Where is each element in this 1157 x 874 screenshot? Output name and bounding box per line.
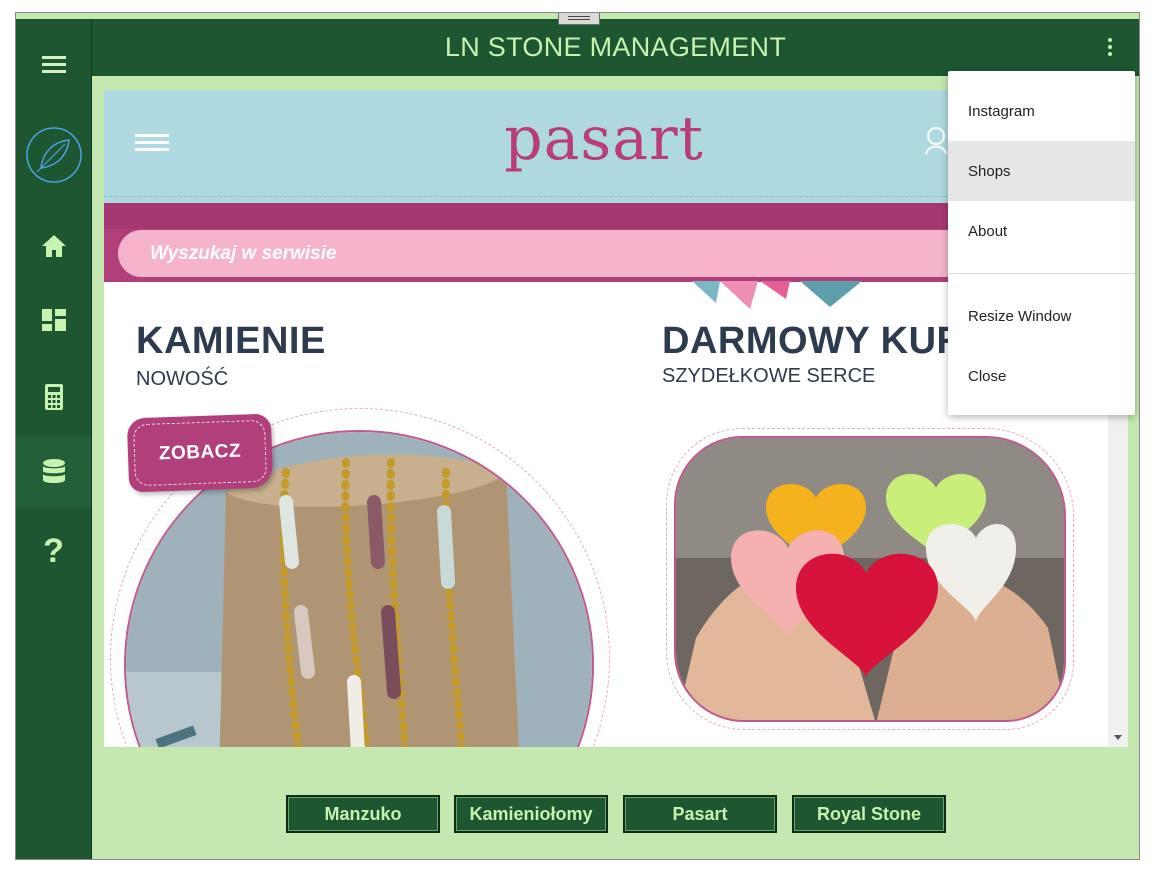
promo-right-title: DARMOWY KUR bbox=[662, 320, 965, 362]
menu-item-resize-window[interactable]: Resize Window bbox=[948, 286, 1135, 346]
sidebar-menu-button[interactable] bbox=[16, 29, 91, 99]
promo-left-title: KAMIENIE bbox=[136, 320, 326, 362]
database-icon bbox=[42, 459, 65, 483]
shop-button-royal-stone[interactable]: Royal Stone bbox=[792, 795, 946, 833]
user-icon[interactable] bbox=[924, 124, 948, 156]
zobacz-button[interactable]: ZOBACZ bbox=[126, 413, 274, 493]
dashboard-icon bbox=[41, 309, 66, 331]
sidebar-item-help[interactable]: ? bbox=[16, 516, 91, 586]
crochet-hearts-image bbox=[676, 438, 1064, 720]
hearts-photo[interactable] bbox=[674, 436, 1066, 722]
help-icon: ? bbox=[43, 531, 64, 570]
menu-item-instagram[interactable]: Instagram bbox=[948, 81, 1135, 141]
menu-divider bbox=[948, 273, 1135, 274]
options-menu: Instagram Shops About Resize Window Clos… bbox=[948, 71, 1135, 415]
promo-decoration bbox=[692, 281, 862, 309]
window-drag-handle[interactable] bbox=[558, 13, 600, 25]
shop-button-kamieniolomy[interactable]: Kamieniołomy bbox=[454, 795, 608, 833]
menu-item-shops[interactable]: Shops bbox=[948, 141, 1135, 201]
leaf-icon bbox=[25, 127, 82, 183]
shop-button-manzuko[interactable]: Manzuko bbox=[286, 795, 440, 833]
menu-item-about[interactable]: About bbox=[948, 201, 1135, 261]
sidebar: ? bbox=[16, 19, 92, 859]
scroll-down-icon[interactable] bbox=[1114, 735, 1122, 740]
site-search-input[interactable] bbox=[118, 230, 1018, 277]
calculator-icon bbox=[44, 384, 63, 410]
sidebar-item-database[interactable] bbox=[16, 437, 91, 507]
app-title: LN STONE MANAGEMENT bbox=[444, 32, 787, 62]
sidebar-item-calculator[interactable] bbox=[16, 362, 91, 432]
more-options-icon[interactable] bbox=[1105, 36, 1115, 60]
promo-right-subtitle: SZYDEŁKOWE SERCE bbox=[662, 365, 876, 387]
title-bar: LN STONE MANAGEMENT bbox=[92, 19, 1139, 76]
hamburger-icon bbox=[41, 55, 66, 73]
menu-item-close[interactable]: Close bbox=[948, 346, 1135, 406]
sidebar-item-dashboard[interactable] bbox=[16, 285, 91, 355]
zobacz-label: ZOBACZ bbox=[158, 440, 242, 465]
home-icon bbox=[41, 235, 66, 257]
shop-button-pasart[interactable]: Pasart bbox=[623, 795, 777, 833]
sidebar-item-home[interactable] bbox=[16, 211, 91, 281]
app-logo bbox=[16, 120, 91, 190]
promo-left-subtitle: NOWOŚĆ bbox=[136, 368, 229, 390]
